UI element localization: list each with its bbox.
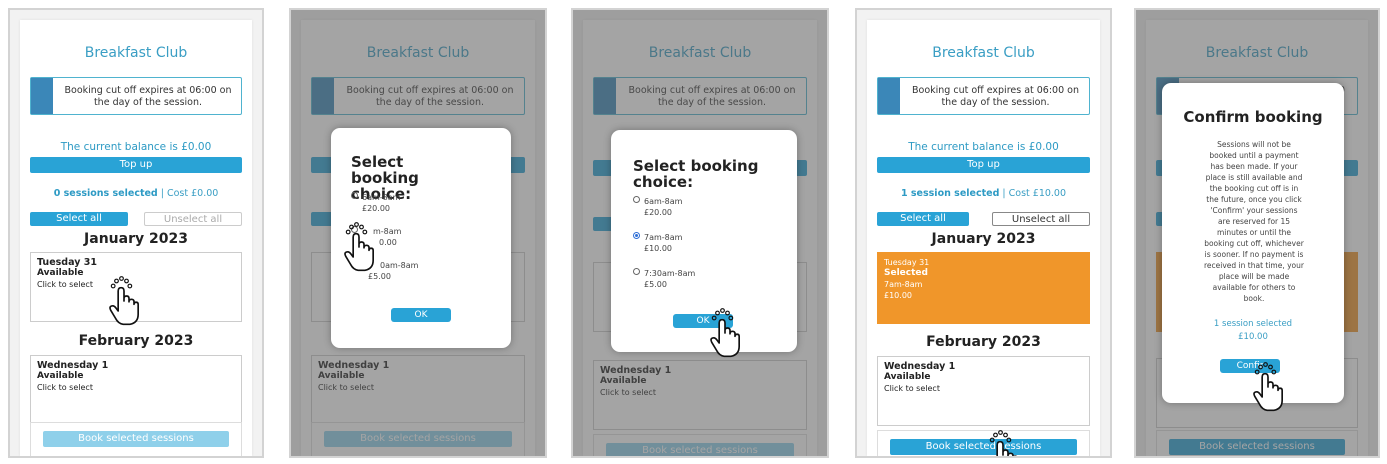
month-heading-february: February 2023 <box>926 334 1041 350</box>
unselect-all-button[interactable]: Unselect all <box>144 212 242 226</box>
day-status: Selected <box>884 268 928 278</box>
pointer-hand-icon <box>710 308 741 358</box>
topup-button[interactable]: Top up <box>877 157 1090 173</box>
day-card-wednesday[interactable]: Wednesday 1 Available Click to select <box>30 355 242 425</box>
confirm-selected: 1 session selected <box>1213 319 1293 329</box>
option-time: 6am-8am <box>644 197 683 206</box>
day-name: Wednesday 1 <box>37 360 109 371</box>
topup-button[interactable]: Top up <box>30 157 242 173</box>
day-card-wednesday[interactable]: Wednesday 1 Available Click to select <box>877 356 1090 426</box>
day-status: Available <box>884 372 931 382</box>
notice-bar <box>31 78 53 114</box>
day-name: Wednesday 1 <box>884 361 956 372</box>
screen-step-4: Breakfast Club Booking cut off expires a… <box>855 8 1112 458</box>
book-sessions-button[interactable]: Book selected sessions <box>43 431 229 447</box>
option-price: £20.00 <box>644 208 672 217</box>
cutoff-notice: Booking cut off expires at 06:00 on the … <box>30 77 242 115</box>
option-7am-8am[interactable]: 7am-8am £10.00 <box>633 232 682 254</box>
option-price: 0.00 <box>379 238 397 247</box>
option-6am-8am[interactable]: 6am-8am £20.00 <box>351 192 400 214</box>
selection-cost: | Cost £10.00 <box>999 188 1067 199</box>
day-time: 7am-8am <box>884 280 923 289</box>
page-title: Breakfast Club <box>932 45 1035 61</box>
balance-text: The current balance is £0.00 <box>908 141 1059 153</box>
ok-button[interactable]: OK <box>391 308 451 322</box>
day-name: Tuesday 31 <box>37 257 97 268</box>
pointer-hand-icon <box>109 276 140 326</box>
book-bar: Book selected sessions <box>30 422 242 456</box>
radio-icon[interactable] <box>633 196 640 203</box>
option-time: 7am-8am <box>644 233 683 242</box>
screen-step-2: Breakfast Club Booking cut off expires a… <box>289 8 547 458</box>
month-heading-january: January 2023 <box>84 231 188 247</box>
radio-icon[interactable] <box>633 268 640 275</box>
option-6am-8am[interactable]: 6am-8am £20.00 <box>633 196 682 218</box>
balance-text: The current balance is £0.00 <box>60 141 212 153</box>
selection-summary: 0 sessions selected | Cost £0.00 <box>20 188 252 199</box>
day-card-tuesday-selected[interactable]: Tuesday 31 Selected 7am-8am £10.00 <box>877 252 1090 324</box>
option-price: £20.00 <box>362 204 390 213</box>
option-price: £10.00 <box>644 244 672 253</box>
confirm-booking-modal: Confirm booking Sessions will not be boo… <box>1162 83 1344 403</box>
month-heading-january: January 2023 <box>931 231 1036 247</box>
select-all-button[interactable]: Select all <box>877 212 969 226</box>
option-time: 7:30am-8am <box>644 269 696 278</box>
option-price: £5.00 <box>368 272 391 281</box>
notice-bar <box>878 78 900 114</box>
confirm-body-text: Sessions will not be booked until a paym… <box>1204 140 1304 303</box>
screen-step-5: Breakfast Club Booking cut off expires a… <box>1134 8 1380 458</box>
day-price: £10.00 <box>884 291 912 300</box>
phone-screen: Breakfast Club Booking cut off expires a… <box>20 20 252 456</box>
confirm-cost: £10.00 <box>1238 332 1268 342</box>
page-title: Breakfast Club <box>84 45 188 61</box>
day-hint: Click to select <box>884 384 940 393</box>
unselect-all-button[interactable]: Unselect all <box>992 212 1090 226</box>
booking-choice-modal: Select booking choice: 6am-8am £20.00 7a… <box>611 130 797 352</box>
cutoff-notice: Booking cut off expires at 06:00 on the … <box>877 77 1090 115</box>
screen-step-3: Breakfast Club Booking cut off expires a… <box>571 8 829 458</box>
screen-step-1: Breakfast Club Booking cut off expires a… <box>8 8 264 458</box>
selection-count: 0 sessions selected <box>53 188 158 199</box>
phone-screen: Breakfast Club Booking cut off expires a… <box>867 20 1100 456</box>
day-status: Available <box>37 371 84 381</box>
option-730am-8am[interactable]: 7:30am-8am £5.00 <box>633 268 695 290</box>
cutoff-text: Booking cut off expires at 06:00 on the … <box>912 85 1079 108</box>
selection-summary: 1 session selected | Cost £10.00 <box>867 188 1100 199</box>
day-hint: Click to select <box>37 383 93 392</box>
modal-title: Confirm booking <box>1183 108 1323 126</box>
selection-cost: | Cost £0.00 <box>157 188 219 199</box>
radio-icon[interactable] <box>633 232 640 239</box>
select-all-button[interactable]: Select all <box>30 212 128 226</box>
option-time: 0am-8am <box>380 261 419 270</box>
cutoff-text: Booking cut off expires at 06:00 on the … <box>64 85 232 108</box>
pointer-hand-icon <box>1253 362 1283 412</box>
month-heading-february: February 2023 <box>78 333 194 349</box>
selection-count: 1 session selected <box>900 188 1000 199</box>
day-name: Tuesday 31 <box>884 258 930 267</box>
pointer-hand-icon <box>988 430 1019 456</box>
option-time: 6am-8am <box>362 193 401 202</box>
option-price: £5.00 <box>644 280 667 289</box>
modal-title: Select booking choice: <box>633 157 759 191</box>
pointer-hand-icon <box>344 222 374 272</box>
radio-icon[interactable] <box>351 192 358 199</box>
